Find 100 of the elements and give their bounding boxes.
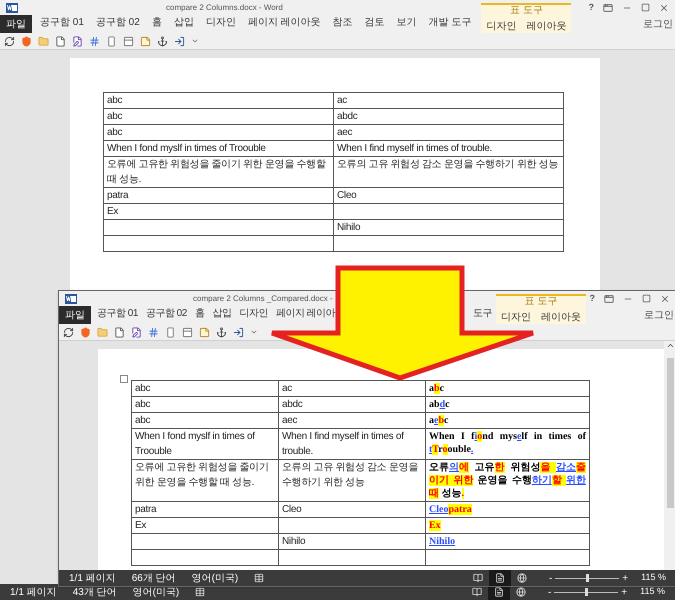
panel-icon[interactable]: [123, 36, 134, 46]
ribbon-tab[interactable]: 페이지 레이아웃: [242, 14, 327, 32]
table-cell-text: ac: [282, 383, 292, 394]
help-button[interactable]: ?: [590, 292, 595, 306]
ribbon-tab[interactable]: 디자인: [496, 308, 536, 326]
zoom-level[interactable]: 115 %: [640, 585, 665, 599]
close-icon[interactable]: [660, 294, 670, 304]
customize-toolbar-icon[interactable]: [250, 328, 258, 336]
ribbon-tab[interactable]: 디자인: [235, 304, 272, 322]
ribbon-tab[interactable]: 삽입: [168, 14, 200, 32]
ribbon-tab[interactable]: 도구: [469, 304, 496, 322]
ribbon-tab[interactable]: 개발 도구: [422, 14, 478, 32]
zoom-out-button[interactable]: -: [548, 584, 552, 600]
help-button[interactable]: ?: [588, 0, 594, 14]
zoom-slider-thumb[interactable]: [586, 574, 589, 582]
table-cell-text: ac: [337, 95, 347, 106]
ribbon-display-icon[interactable]: [603, 2, 613, 12]
comparison-text: aebc: [429, 414, 450, 427]
zoom-out-button[interactable]: -: [548, 570, 552, 586]
table-tools-title: 표 도구: [524, 296, 558, 308]
macro-icon[interactable]: [195, 587, 206, 597]
table-cell-text: abc: [107, 111, 122, 122]
scroll-up-icon[interactable]: [666, 341, 674, 350]
word-count[interactable]: 66개 단어: [132, 570, 176, 586]
language-indicator[interactable]: 영어(미국): [192, 570, 238, 586]
ribbon-tab[interactable]: 공구함 02: [90, 14, 146, 32]
note-icon[interactable]: [199, 326, 210, 338]
ribbon-tab[interactable]: 삽입: [208, 304, 236, 322]
table-cell-text: When I find myself in times of trouble.: [282, 431, 404, 457]
refresh-icon[interactable]: [63, 326, 74, 338]
file-tab[interactable]: 파일: [0, 15, 32, 33]
shield-icon[interactable]: [21, 36, 32, 46]
refresh-icon[interactable]: [4, 36, 15, 46]
book-icon: [472, 587, 482, 597]
table-cell-text: abc: [135, 399, 150, 410]
anchor-icon[interactable]: [157, 36, 168, 46]
new-document-icon[interactable]: [55, 36, 66, 46]
ribbon-tab[interactable]: 보기: [390, 14, 423, 32]
table-cell-text: 오류에 고유한 위험성을 줄이기 위한 운영을 수행할 때 성능.: [135, 462, 269, 488]
ribbon-tab[interactable]: 검토: [358, 14, 391, 32]
ribbon-tab[interactable]: 레이아웃: [536, 308, 586, 326]
table-cell-text: patra: [135, 504, 156, 515]
grid-icon[interactable]: [148, 326, 159, 338]
ribbon-tab[interactable]: 디자인: [200, 14, 242, 32]
ribbon-tab[interactable]: 디자인: [481, 17, 522, 35]
table-cell-text: When I fond myslf in times of Troouble: [135, 431, 255, 457]
print-layout-button[interactable]: [488, 570, 511, 586]
comparison-text: Cleopatra: [429, 503, 473, 516]
ribbon-tab[interactable]: 공구함 01: [93, 304, 142, 322]
edit-document-icon[interactable]: [72, 36, 83, 46]
new-document-icon[interactable]: [114, 326, 125, 338]
ribbon-tab[interactable]: 페이지 레이아: [272, 304, 340, 322]
macro-icon[interactable]: [254, 573, 264, 583]
zoom-level[interactable]: 115 %: [641, 571, 666, 585]
table-cell-text: When I find myself in times of trouble.: [337, 143, 492, 154]
sign-in-link[interactable]: 로그인: [643, 16, 675, 32]
ribbon-tab[interactable]: 홈: [190, 304, 208, 322]
note-icon[interactable]: [140, 36, 151, 46]
vertical-scrollbar[interactable]: [664, 341, 675, 570]
table-cell-text: patra: [107, 190, 128, 201]
import-icon[interactable]: [233, 326, 244, 338]
zoom-in-button[interactable]: +: [621, 584, 628, 600]
zoom-slider-thumb[interactable]: [584, 588, 588, 596]
edit-document-icon[interactable]: [131, 326, 142, 338]
close-icon[interactable]: [659, 2, 669, 12]
shield-icon[interactable]: [80, 326, 91, 338]
maximize-icon[interactable]: [641, 3, 650, 12]
file-tab[interactable]: 파일: [59, 306, 91, 324]
grid-icon[interactable]: [89, 36, 100, 46]
page-count[interactable]: 1/1 페이지: [69, 570, 116, 586]
comparison-text: Ex: [429, 519, 442, 532]
page-icon[interactable]: [165, 326, 176, 338]
zoom-slider[interactable]: [554, 588, 618, 596]
import-icon[interactable]: [174, 36, 185, 46]
language-indicator[interactable]: 영어(미국): [132, 584, 180, 600]
sign-in-link[interactable]: 로그인: [644, 308, 675, 322]
ribbon-display-icon[interactable]: [604, 294, 614, 304]
zoom-slider[interactable]: [555, 574, 620, 582]
page-icon: [494, 587, 504, 597]
ribbon-tab[interactable]: 공구함 01: [34, 14, 90, 32]
ribbon-tab[interactable]: 참조: [326, 14, 359, 32]
table-cell-text: 오류의 고유 위험성 감소 운영을 수행하기 위한 성능: [337, 159, 558, 170]
ribbon-tab[interactable]: 홈: [146, 14, 168, 32]
book-icon: [472, 573, 483, 583]
table-cell-text: Nihilo: [337, 222, 360, 233]
table-cell-text: 오류의 고유 위험성 감소 운영을 수행하기 위한 성능: [282, 462, 418, 488]
word-logo-icon: [65, 292, 77, 304]
customize-toolbar-icon[interactable]: [191, 37, 199, 45]
ribbon-tab[interactable]: 레이아웃: [521, 17, 572, 35]
page-count[interactable]: 1/1 페이지: [10, 584, 57, 600]
anchor-icon[interactable]: [216, 326, 227, 338]
ribbon-tab[interactable]: 공구함 02: [142, 304, 191, 322]
table-cell-text: abc: [135, 383, 150, 394]
zoom-in-button[interactable]: +: [622, 570, 628, 586]
table-cell-text: aec: [337, 127, 352, 138]
maximize-icon[interactable]: [642, 294, 651, 303]
page-icon[interactable]: [106, 36, 117, 46]
panel-icon[interactable]: [182, 326, 193, 338]
table-move-handle-icon[interactable]: [120, 375, 128, 383]
word-count[interactable]: 43개 단어: [72, 584, 117, 600]
